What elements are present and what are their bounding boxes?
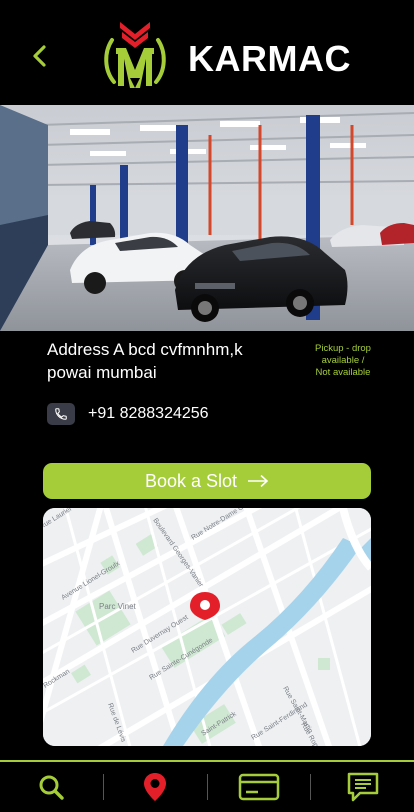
pickup-line-2: available / <box>321 355 365 366</box>
brand-title: KARMAC <box>188 38 351 79</box>
garage-photo <box>0 105 414 331</box>
card-icon <box>238 773 280 801</box>
location-pin-icon <box>144 773 167 801</box>
pickup-drop-status: Pickup - drop available / Not available <box>305 343 381 379</box>
pickup-line-1: Pickup - drop <box>315 343 371 354</box>
location-map[interactable]: Rue Notre-Dame Ouest Boulevard Georges-V… <box>43 508 371 746</box>
chat-icon <box>347 772 378 802</box>
pickup-line-3: Not available <box>315 367 371 378</box>
map-label-parc-vinet: Parc Vinet <box>99 602 137 611</box>
chevron-left-icon <box>33 45 46 67</box>
phone-row[interactable]: +91 8288324256 <box>47 402 209 426</box>
garage-address: Address A bcd cvfmnhm,k powai mumbai <box>47 340 243 382</box>
nav-payment[interactable] <box>208 762 311 812</box>
book-slot-label: Book a Slot <box>144 470 238 491</box>
app-header: KARMAC <box>0 0 414 105</box>
arrow-right-icon <box>247 474 269 488</box>
karmac-logo <box>100 18 170 90</box>
nav-chat[interactable] <box>311 762 414 812</box>
book-slot-button[interactable]: Book a Slot <box>43 463 371 499</box>
back-button[interactable] <box>28 42 52 70</box>
nav-location[interactable] <box>104 762 207 812</box>
bottom-nav <box>0 762 414 812</box>
nav-search[interactable] <box>0 762 103 812</box>
phone-icon[interactable] <box>47 403 75 425</box>
phone-number[interactable]: +91 8288324256 <box>88 405 209 423</box>
search-icon <box>39 775 65 800</box>
